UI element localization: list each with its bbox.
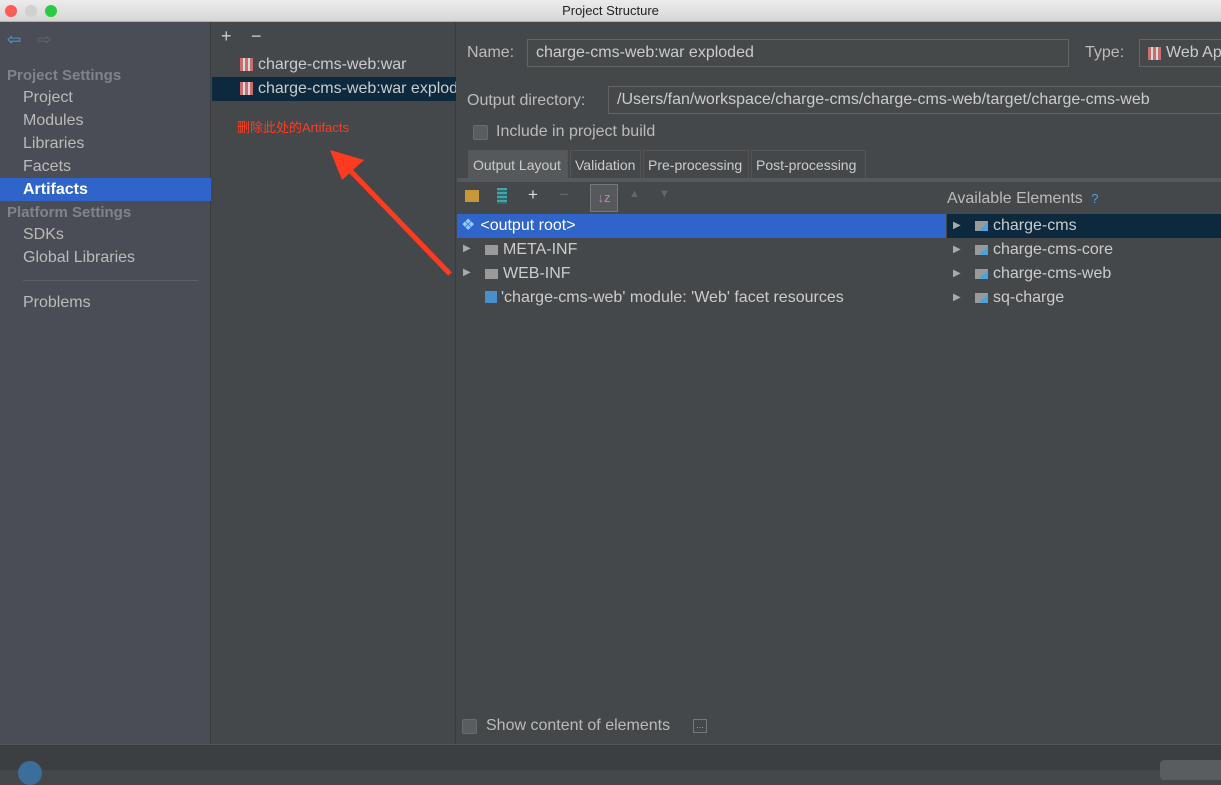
sidebar: ⇦ ⇨ Project Settings Project Modules Lib…: [0, 22, 211, 744]
sidebar-item-modules[interactable]: Modules: [0, 109, 211, 132]
back-icon[interactable]: ⇦: [7, 30, 21, 50]
type-label: Type:: [1085, 44, 1125, 61]
sidebar-item-problems[interactable]: Problems: [0, 291, 211, 314]
section-platform-settings: Platform Settings: [7, 204, 132, 221]
sidebar-item-global-libraries[interactable]: Global Libraries: [0, 246, 211, 269]
divider: [23, 280, 198, 281]
include-in-build-checkbox[interactable]: [473, 125, 488, 140]
expand-arrow: ▶: [953, 220, 961, 231]
window-title: Project Structure: [562, 3, 659, 18]
tab-post-processing[interactable]: Post-processing: [751, 150, 866, 178]
available-item-charge-cms-web[interactable]: ▶ charge-cms-web: [947, 262, 1221, 286]
cancel-button[interactable]: [1160, 760, 1221, 780]
folder-icon: [485, 269, 498, 279]
tree-item-meta-inf[interactable]: META-INF: [485, 238, 577, 262]
output-directory-input[interactable]: /Users/fan/workspace/charge-cms/charge-c…: [608, 86, 1221, 114]
remove-artifact-button[interactable]: −: [251, 26, 262, 47]
tree-item-web-inf[interactable]: WEB-INF: [485, 262, 571, 286]
move-up-icon[interactable]: ▲: [629, 188, 640, 200]
available-item-sq-charge[interactable]: ▶ sq-charge: [947, 286, 1221, 310]
name-input[interactable]: charge-cms-web:war exploded: [527, 39, 1069, 67]
tree-item-web-facet[interactable]: 'charge-cms-web' module: 'Web' facet res…: [485, 286, 844, 310]
expand-arrow: ▶: [953, 292, 961, 303]
artifact-item-selected[interactable]: charge-cms-web:war exploded: [212, 77, 456, 101]
title-bar: Project Structure: [0, 0, 1221, 22]
module-icon: [975, 245, 988, 255]
war-icon: [240, 58, 253, 71]
folder-icon: [485, 245, 498, 255]
web-app-icon: [1148, 47, 1161, 60]
show-content-label: Show content of elements: [486, 717, 671, 734]
expand-arrow: ▶: [953, 244, 961, 255]
tree-item-output-root[interactable]: ❖ <output root>: [457, 214, 946, 238]
annotation-arrow: [330, 150, 452, 276]
expand-arrow[interactable]: ▶: [463, 267, 471, 278]
war-exploded-icon: [240, 82, 253, 95]
bottom-bar: [0, 744, 1221, 785]
name-label: Name:: [467, 44, 515, 61]
add-artifact-button[interactable]: +: [221, 26, 232, 47]
minimize-button[interactable]: [25, 5, 37, 17]
module-icon: [975, 269, 988, 279]
expand-arrow[interactable]: ▶: [463, 243, 471, 254]
forward-icon[interactable]: ⇨: [37, 30, 51, 50]
add-copy-icon[interactable]: +: [528, 185, 538, 205]
sidebar-item-facets[interactable]: Facets: [0, 155, 211, 178]
tab-output-layout[interactable]: Output Layout: [468, 150, 568, 178]
show-content-checkbox[interactable]: [462, 719, 477, 734]
section-project-settings: Project Settings: [7, 67, 122, 84]
include-in-build-label: Include in project build: [496, 123, 656, 140]
artifact-item[interactable]: charge-cms-web:war: [212, 53, 456, 77]
close-button[interactable]: [5, 5, 17, 17]
remove-icon[interactable]: −: [559, 185, 569, 205]
more-options-button[interactable]: ...: [693, 719, 707, 733]
web-facet-icon: [485, 291, 497, 303]
output-root-icon: ❖: [461, 217, 476, 234]
annotation-text: 删除此处的Artifacts: [237, 120, 349, 135]
tab-underline: [457, 178, 1221, 182]
create-archive-icon[interactable]: [497, 188, 507, 204]
create-directory-icon[interactable]: [465, 190, 479, 202]
sidebar-item-sdks[interactable]: SDKs: [0, 223, 211, 246]
help-button[interactable]: [18, 761, 42, 785]
available-item-charge-cms-core[interactable]: ▶ charge-cms-core: [947, 238, 1221, 262]
sort-icon[interactable]: ↓z: [590, 184, 618, 212]
output-directory-label: Output directory:: [467, 92, 586, 109]
move-down-icon[interactable]: ▼: [659, 188, 670, 200]
module-icon: [975, 221, 988, 231]
module-icon: [975, 293, 988, 303]
tab-pre-processing[interactable]: Pre-processing: [643, 150, 749, 178]
sidebar-item-libraries[interactable]: Libraries: [0, 132, 211, 155]
help-icon[interactable]: ?: [1091, 191, 1098, 206]
expand-arrow: ▶: [953, 268, 961, 279]
available-item-charge-cms[interactable]: ▶ charge-cms: [947, 214, 1221, 238]
type-select[interactable]: Web Application: Exploded: [1139, 39, 1221, 67]
sidebar-item-artifacts[interactable]: Artifacts: [0, 178, 211, 201]
artifact-details: Name: charge-cms-web:war exploded Type: …: [457, 22, 1221, 744]
zoom-button[interactable]: [45, 5, 57, 17]
tab-validation[interactable]: Validation: [570, 150, 641, 178]
artifacts-panel: + − charge-cms-web:war charge-cms-web:wa…: [212, 22, 456, 744]
sidebar-item-project[interactable]: Project: [0, 86, 211, 109]
available-elements-label: Available Elements ?: [947, 190, 1099, 207]
